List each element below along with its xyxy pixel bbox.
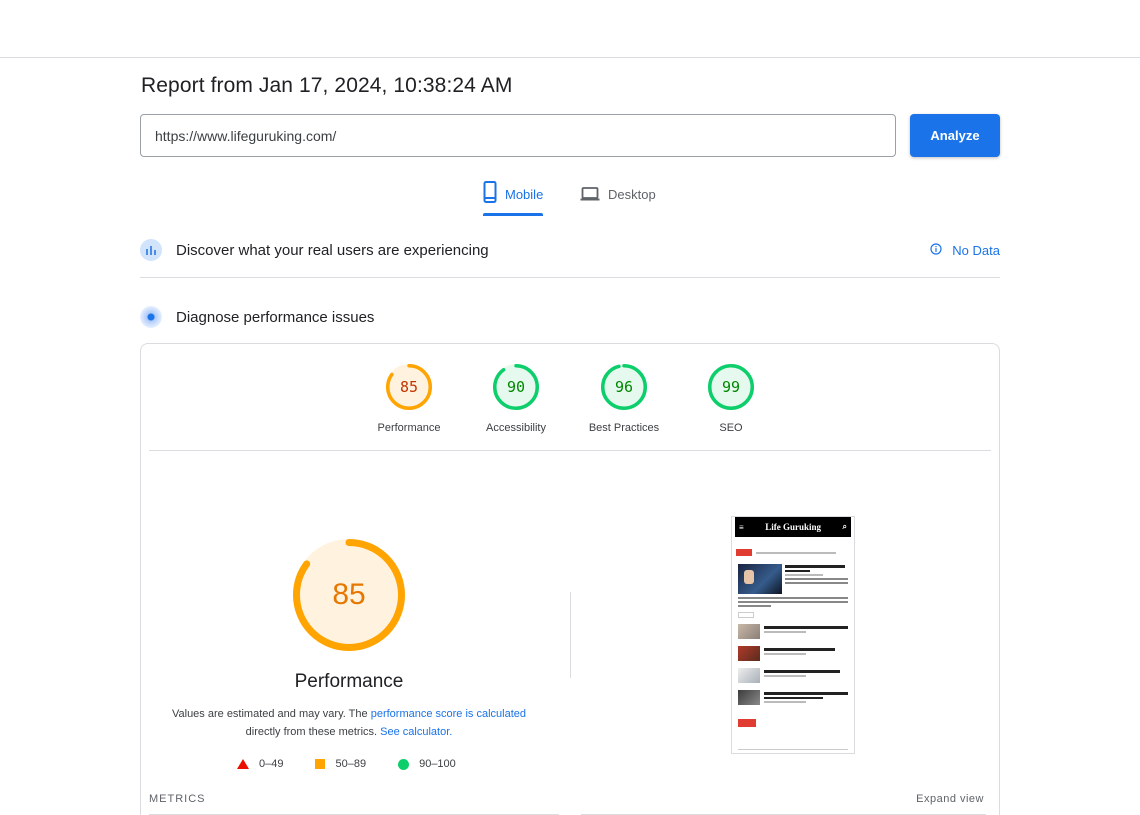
- gauge-label: SEO: [719, 422, 743, 434]
- menu-icon: ≡: [739, 522, 744, 532]
- card-divider: [149, 450, 991, 451]
- performance-title: Performance: [294, 671, 404, 692]
- score-legend: 0–49 50–89 90–100: [237, 758, 456, 770]
- thumb-header: ≡ Life Guruking ⌕: [735, 517, 851, 537]
- tab-mobile[interactable]: Mobile: [483, 180, 544, 216]
- page-screenshot-thumbnail[interactable]: ≡ Life Guruking ⌕: [731, 516, 855, 754]
- tab-mobile-label: Mobile: [505, 187, 544, 202]
- gauge-label: Best Practices: [588, 422, 660, 434]
- gauge-seo[interactable]: 99 SEO: [676, 364, 786, 434]
- performance-gauge-large: 85: [293, 539, 405, 651]
- diagnose-title: Diagnose performance issues: [176, 308, 375, 326]
- circle-icon: [398, 758, 410, 770]
- gauge-label: Performance: [377, 422, 441, 434]
- vertical-divider: [570, 592, 571, 678]
- performance-description: Values are estimated and may vary. The p…: [159, 705, 539, 741]
- url-input[interactable]: https://www.lifeguruking.com/: [140, 114, 896, 157]
- gauge-value: 99: [721, 378, 741, 396]
- gauge-ring: 96: [601, 364, 647, 410]
- legend-item-pass: 90–100: [398, 758, 456, 770]
- gauge-ring: 99: [708, 364, 754, 410]
- tab-desktop[interactable]: Desktop: [580, 180, 656, 216]
- gauge-performance[interactable]: 85 Performance: [354, 364, 464, 434]
- square-icon: [315, 759, 326, 769]
- field-data-title: Discover what your real users are experi…: [176, 241, 489, 259]
- field-data-section: Discover what your real users are experi…: [140, 239, 1000, 261]
- lighthouse-card: 85 Performance 90 Accessibility 96 Best …: [140, 343, 1000, 815]
- gauge-value: 85: [399, 378, 419, 396]
- gauge-ring: 90: [493, 364, 539, 410]
- top-divider: [0, 57, 1140, 58]
- legend-item-average: 50–89: [315, 758, 366, 770]
- thumb-list: [732, 624, 854, 705]
- gauge-accessibility[interactable]: 90 Accessibility: [461, 364, 571, 434]
- search-icon: ⌕: [842, 522, 847, 531]
- legend-range: 90–100: [419, 758, 456, 770]
- laptop-icon: [580, 180, 600, 207]
- thumb-nav: [732, 549, 854, 556]
- info-icon: [930, 242, 942, 258]
- score-calculated-link[interactable]: performance score is calculated: [371, 708, 526, 720]
- smartphone-icon: [483, 180, 497, 207]
- see-calculator-link[interactable]: See calculator.: [380, 726, 452, 738]
- no-data-text: No Data: [952, 242, 1000, 258]
- report-title: Report from Jan 17, 2024, 10:38:24 AM: [141, 74, 513, 97]
- tab-desktop-label: Desktop: [608, 187, 656, 202]
- thumb-feature: [732, 564, 854, 594]
- gauge-best-practices[interactable]: 96 Best Practices: [569, 364, 679, 434]
- legend-range: 0–49: [259, 758, 284, 770]
- legend-range: 50–89: [335, 758, 367, 770]
- legend-item-fail: 0–49: [237, 758, 283, 770]
- expand-view-toggle[interactable]: Expand view: [916, 793, 984, 805]
- gauge-label: Accessibility: [486, 422, 546, 434]
- diagnose-icon: [140, 306, 162, 328]
- desc-text: Values are estimated and may vary. The: [171, 708, 371, 720]
- performance-score: 85: [332, 578, 366, 611]
- score-gauges: 85 Performance 90 Accessibility 96 Best …: [141, 364, 999, 454]
- analyze-button[interactable]: Analyze: [910, 114, 1000, 157]
- gauge-value: 90: [506, 378, 526, 396]
- desc-text: directly from these metrics.: [245, 726, 381, 738]
- users-chart-icon: [140, 239, 162, 261]
- section-divider: [140, 277, 1000, 278]
- gauge-value: 96: [614, 378, 634, 396]
- no-data-link[interactable]: No Data: [930, 243, 1000, 258]
- metrics-heading: METRICS: [149, 793, 206, 805]
- triangle-icon: [237, 759, 249, 769]
- diagnose-section: Diagnose performance issues: [140, 306, 1000, 328]
- thumb-logo: Life Guruking: [765, 522, 821, 532]
- gauge-ring: 85: [386, 364, 432, 410]
